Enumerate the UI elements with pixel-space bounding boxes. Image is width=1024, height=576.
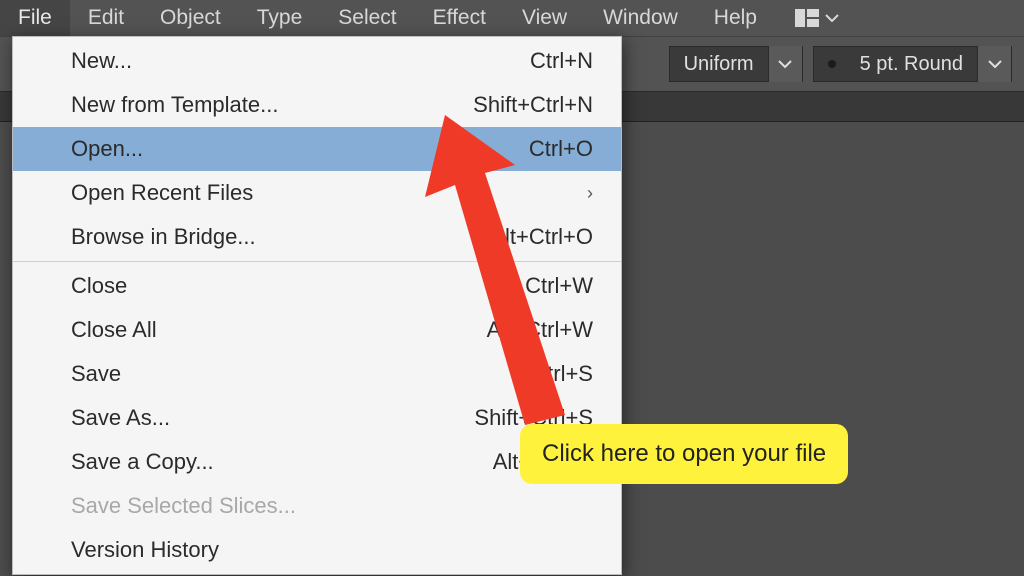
menu-item-shortcut: Ctrl+N	[530, 48, 593, 74]
file-menu: New... Ctrl+N New from Template... Shift+Ct…	[12, 36, 622, 575]
menu-item-save[interactable]: Save Ctrl+S	[13, 352, 621, 396]
menu-item-open-recent-files[interactable]: Open Recent Files ›	[13, 171, 621, 215]
menu-item-shortcut: Ctrl+W	[525, 273, 593, 299]
menu-item-new-from-template[interactable]: New from Template... Shift+Ctrl+N	[13, 83, 621, 127]
submenu-arrow-icon: ›	[587, 183, 593, 204]
menubar-item-select[interactable]: Select	[320, 0, 414, 36]
menu-item-shortcut: Ctrl+S	[531, 361, 593, 387]
menu-item-close[interactable]: Close Ctrl+W	[13, 264, 621, 308]
menu-item-label: Open...	[71, 136, 143, 162]
chevron-down-icon	[825, 13, 839, 23]
menu-item-label: Open Recent Files	[71, 180, 253, 206]
annotation-callout: Click here to open your file	[520, 424, 848, 484]
menu-item-label: Save As...	[71, 405, 170, 431]
brush-dropdown[interactable]: 5 pt. Round	[813, 46, 1012, 82]
chevron-down-icon	[768, 46, 802, 82]
menu-item-label: New from Template...	[71, 92, 278, 118]
workspace-switcher[interactable]	[795, 9, 839, 27]
menu-item-version-history[interactable]: Version History	[13, 528, 621, 572]
menubar-item-help[interactable]: Help	[696, 0, 775, 36]
menubar-item-type[interactable]: Type	[239, 0, 321, 36]
menu-item-label: Close	[71, 273, 127, 299]
menubar-item-view[interactable]: View	[504, 0, 585, 36]
menu-item-label: Browse in Bridge...	[71, 224, 256, 250]
menu-item-open[interactable]: Open... Ctrl+O	[13, 127, 621, 171]
menu-item-new[interactable]: New... Ctrl+N	[13, 39, 621, 83]
menubar-item-edit[interactable]: Edit	[70, 0, 142, 36]
menu-item-label: Save	[71, 361, 121, 387]
brush-preview-icon	[828, 60, 836, 68]
menubar-item-object[interactable]: Object	[142, 0, 239, 36]
menu-item-shortcut: Alt+Ctrl+O	[490, 224, 593, 250]
menu-item-close-all[interactable]: Close All Alt+Ctrl+W	[13, 308, 621, 352]
menubar: File Edit Object Type Select Effect View…	[0, 0, 1024, 36]
brush-label: 5 pt. Round	[846, 53, 977, 76]
menu-separator	[13, 261, 621, 262]
menubar-item-effect[interactable]: Effect	[415, 0, 504, 36]
menu-item-label: New...	[71, 48, 132, 74]
workspace-icon	[795, 9, 819, 27]
menu-item-shortcut: Ctrl+O	[529, 136, 593, 162]
chevron-down-icon	[977, 46, 1011, 82]
menu-item-shortcut: Alt+Ctrl+W	[487, 317, 593, 343]
menu-item-browse-in-bridge[interactable]: Browse in Bridge... Alt+Ctrl+O	[13, 215, 621, 259]
menu-item-label: Save Selected Slices...	[71, 493, 296, 519]
menu-item-label: Close All	[71, 317, 157, 343]
menubar-item-file[interactable]: File	[0, 0, 70, 36]
menu-item-shortcut: Shift+Ctrl+N	[473, 92, 593, 118]
menu-item-label: Version History	[71, 537, 219, 563]
menu-item-label: Save a Copy...	[71, 449, 214, 475]
menubar-item-window[interactable]: Window	[585, 0, 696, 36]
stroke-profile-dropdown[interactable]: Uniform	[669, 46, 803, 82]
menu-item-save-selected-slices: Save Selected Slices...	[13, 484, 621, 528]
stroke-profile-label: Uniform	[670, 53, 768, 76]
